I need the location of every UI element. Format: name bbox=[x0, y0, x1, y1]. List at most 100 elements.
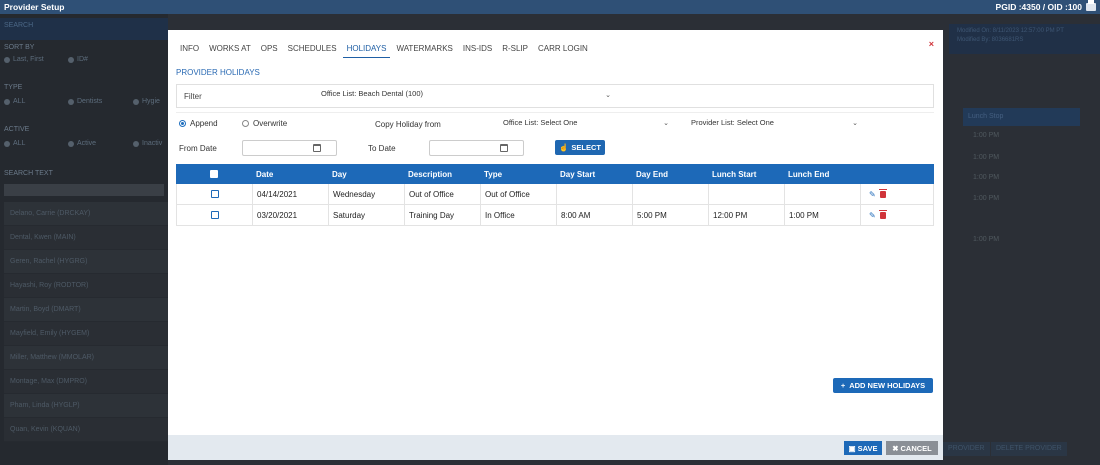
list-item[interactable]: Miller, Matthew (MMOLAR) bbox=[4, 346, 168, 370]
date-range-row: From Date To Date ☝ SELECT bbox=[176, 138, 934, 160]
tab-ops[interactable]: OPS bbox=[257, 41, 282, 58]
list-item[interactable]: Mayfield, Emily (HYGEM) bbox=[4, 322, 168, 346]
office-filter-value: Office List: Beach Dental (100) bbox=[321, 89, 423, 98]
search-panel: SEARCH SORT BY Last, First ID# TYPE ALL … bbox=[0, 14, 168, 465]
cell-date: 03/20/2021 bbox=[253, 205, 329, 225]
overwrite-radio[interactable]: Overwrite bbox=[242, 119, 287, 128]
cell-day-start: 8:00 AM bbox=[557, 205, 633, 225]
cell-lunch-start bbox=[709, 184, 785, 204]
tab-carr-login[interactable]: CARR LOGIN bbox=[534, 41, 592, 58]
row-checkbox[interactable] bbox=[210, 211, 219, 219]
list-item[interactable]: Geren, Rachel (HYGRG) bbox=[4, 250, 168, 274]
edit-icon[interactable]: ✎ bbox=[869, 211, 876, 220]
cell-day-end bbox=[633, 184, 709, 204]
column-header-date[interactable]: Date bbox=[252, 164, 328, 184]
row-actions: ✎ bbox=[861, 205, 933, 225]
tab-watermarks[interactable]: WATERMARKS bbox=[392, 41, 456, 58]
lunch-stop-header: Lunch Stop bbox=[963, 108, 1080, 126]
delete-provider-button[interactable]: DELETE PROVIDER bbox=[991, 442, 1067, 456]
add-new-holidays-button[interactable]: + ADD NEW HOLIDAYS bbox=[833, 378, 933, 393]
cell-day-end: 5:00 PM bbox=[633, 205, 709, 225]
calendar-icon[interactable] bbox=[500, 144, 508, 152]
select-button[interactable]: ☝ SELECT bbox=[555, 140, 605, 155]
save-button[interactable]: ▣ SAVE bbox=[844, 441, 882, 455]
radio-selected-icon bbox=[179, 120, 186, 127]
active-active-radio[interactable]: Active bbox=[68, 140, 96, 147]
append-radio[interactable]: Append bbox=[179, 119, 218, 128]
list-item[interactable]: Delano, Carrie (DRCKAY) bbox=[4, 202, 168, 226]
provider-button[interactable]: PROVIDER bbox=[943, 442, 990, 456]
delete-icon[interactable] bbox=[878, 188, 887, 198]
cell-description: Out of Office bbox=[405, 184, 481, 204]
chevron-down-icon: ⌄ bbox=[605, 92, 611, 99]
tab-works-at[interactable]: WORKS AT bbox=[205, 41, 255, 58]
printer-icon[interactable] bbox=[1086, 0, 1096, 11]
office-list-select[interactable]: Office List: Select One ⌄ bbox=[503, 118, 669, 127]
row-checkbox[interactable] bbox=[210, 190, 219, 198]
tab-ins-ids[interactable]: INS-IDS bbox=[459, 41, 496, 58]
delete-icon[interactable] bbox=[878, 209, 887, 219]
type-hygienists-radio[interactable]: Hygie bbox=[133, 98, 160, 105]
column-header-day-start[interactable]: Day Start bbox=[556, 164, 632, 184]
column-header-description[interactable]: Description bbox=[404, 164, 480, 184]
from-date-input[interactable] bbox=[242, 140, 337, 156]
column-header-lunch-start[interactable]: Lunch Start bbox=[708, 164, 784, 184]
search-text-input[interactable] bbox=[4, 184, 164, 196]
to-date-input[interactable] bbox=[429, 140, 524, 156]
provider-list-select[interactable]: Provider List: Select One ⌄ bbox=[691, 118, 858, 127]
cell-type: Out of Office bbox=[481, 184, 557, 204]
provider-details-background: Modified On: 8/11/2023 12:57:00 PM PT Mo… bbox=[943, 14, 1100, 465]
active-all-radio[interactable]: ALL bbox=[4, 140, 25, 147]
table-header: Date Day Description Type Day Start Day … bbox=[176, 164, 934, 184]
tab-r-slip[interactable]: R-SLIP bbox=[498, 41, 532, 58]
from-date-label: From Date bbox=[179, 144, 217, 153]
list-item[interactable]: Pham, Linda (HYGLP) bbox=[4, 394, 168, 418]
pgid-oid: PGID :4350 / OID :100 bbox=[995, 2, 1082, 12]
provider-list: Delano, Carrie (DRCKAY) Dental, Kwen (MA… bbox=[4, 202, 168, 442]
list-item[interactable]: Martin, Boyd (DMART) bbox=[4, 298, 168, 322]
list-item[interactable]: Quan, Kevin (KQUAN) bbox=[4, 418, 168, 442]
column-header-type[interactable]: Type bbox=[480, 164, 556, 184]
calendar-icon[interactable] bbox=[313, 144, 321, 152]
tab-info[interactable]: INFO bbox=[176, 41, 203, 58]
tab-bar: INFO WORKS AT OPS SCHEDULES HOLIDAYS WAT… bbox=[176, 41, 594, 58]
provider-setup-modal: INFO WORKS AT OPS SCHEDULES HOLIDAYS WAT… bbox=[168, 30, 943, 460]
list-item[interactable]: Hayashi, Roy (RODTOR) bbox=[4, 274, 168, 298]
type-dentists-radio[interactable]: Dentists bbox=[68, 98, 102, 105]
active-inactive-radio[interactable]: Inactiv bbox=[133, 140, 162, 147]
column-header-day[interactable]: Day bbox=[328, 164, 404, 184]
tab-schedules[interactable]: SCHEDULES bbox=[284, 41, 341, 58]
column-header-day-end[interactable]: Day End bbox=[632, 164, 708, 184]
lunch-stop-time: 1:00 PM bbox=[973, 154, 1000, 161]
edit-icon[interactable]: ✎ bbox=[869, 190, 876, 199]
sort-by-label: SORT BY bbox=[4, 44, 35, 51]
lunch-stop-time: 1:00 PM bbox=[973, 236, 1000, 243]
search-header: SEARCH bbox=[0, 18, 168, 40]
cancel-button[interactable]: ✖ CANCEL bbox=[886, 441, 938, 455]
column-header-lunch-end[interactable]: Lunch End bbox=[784, 164, 860, 184]
close-icon[interactable]: × bbox=[929, 39, 934, 49]
search-text-label: SEARCH TEXT bbox=[4, 170, 53, 177]
cell-lunch-end: 1:00 PM bbox=[785, 205, 861, 225]
tab-holidays[interactable]: HOLIDAYS bbox=[342, 41, 391, 58]
select-all-checkbox-cell[interactable] bbox=[176, 164, 252, 184]
cell-description: Training Day bbox=[405, 205, 481, 225]
copy-options-row: Append Overwrite Copy Holiday from Offic… bbox=[176, 112, 934, 134]
sort-id-radio[interactable]: ID# bbox=[68, 56, 88, 63]
table-row[interactable]: 04/14/2021 Wednesday Out of Office Out o… bbox=[176, 184, 934, 205]
row-actions: ✎ bbox=[861, 184, 933, 204]
cell-day: Saturday bbox=[329, 205, 405, 225]
list-item[interactable]: Dental, Kwen (MAIN) bbox=[4, 226, 168, 250]
type-all-radio[interactable]: ALL bbox=[4, 98, 25, 105]
table-row[interactable]: 03/20/2021 Saturday Training Day In Offi… bbox=[176, 205, 934, 226]
holidays-table: Date Day Description Type Day Start Day … bbox=[176, 164, 934, 226]
lunch-stop-time: 1:00 PM bbox=[973, 195, 1000, 202]
sort-last-first-radio[interactable]: Last, First bbox=[4, 56, 44, 63]
lunch-stop-time: 1:00 PM bbox=[973, 174, 1000, 181]
select-all-checkbox[interactable] bbox=[210, 170, 218, 178]
to-date-label: To Date bbox=[368, 144, 396, 153]
save-icon: ▣ bbox=[848, 443, 856, 453]
radio-unselected-icon bbox=[242, 120, 249, 127]
list-item[interactable]: Montage, Max (DMPRO) bbox=[4, 370, 168, 394]
office-filter-select[interactable]: Office List: Beach Dental (100) ⌄ bbox=[321, 89, 611, 103]
